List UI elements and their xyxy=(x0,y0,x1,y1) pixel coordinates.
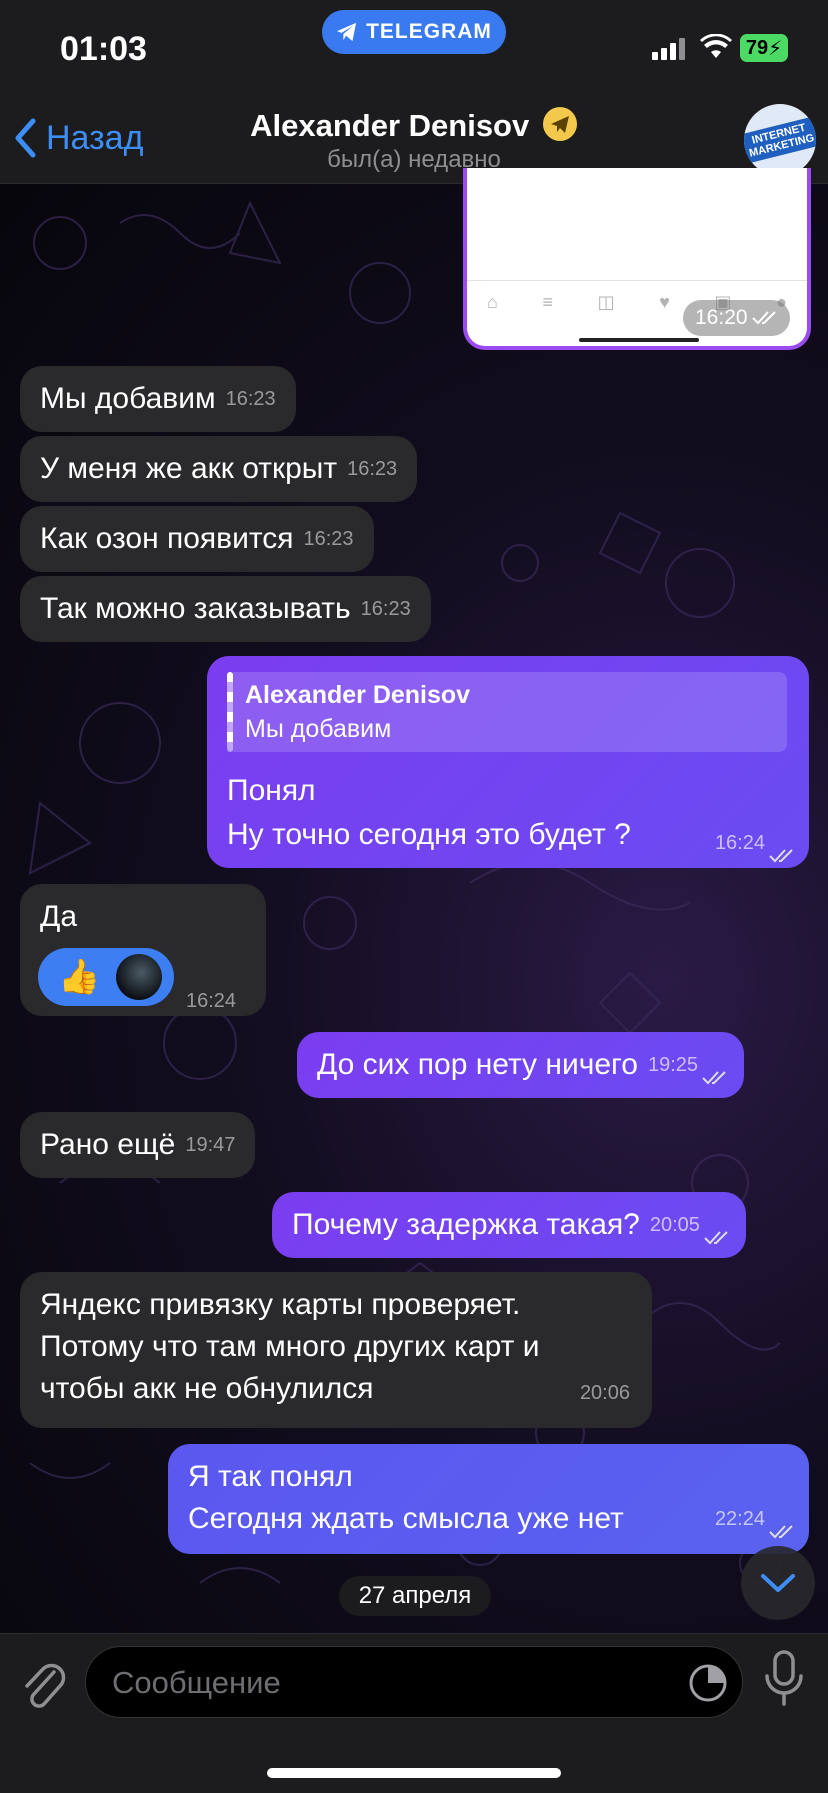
message-text: Мы добавим xyxy=(40,382,216,415)
paper-plane-icon xyxy=(337,22,357,42)
message-out[interactable]: Почему задержка такая? 20:05 xyxy=(272,1192,746,1258)
reply-bar xyxy=(227,672,233,752)
reply-author: Alexander Denisov xyxy=(245,681,471,709)
reactor-avatar xyxy=(116,954,162,1000)
message-text: Так можно заказывать xyxy=(40,592,351,625)
premium-badge-icon xyxy=(542,106,578,150)
message-text: Как озон появится xyxy=(40,522,294,555)
image-divider xyxy=(467,280,807,281)
double-check-icon xyxy=(704,1231,728,1245)
message-text: У меня же акк открыт xyxy=(40,452,338,485)
wifi-icon xyxy=(700,34,732,58)
contact-avatar[interactable]: INTERNET MARKETING xyxy=(744,104,816,176)
message-time: 16:23 xyxy=(303,528,354,550)
avatar-text: INTERNET MARKETING xyxy=(744,116,816,164)
message-text: Почему задержка такая? xyxy=(292,1208,640,1241)
message-text: Понял xyxy=(227,774,316,807)
status-time: 01:03 xyxy=(60,30,147,68)
message-in[interactable]: У меня же акк открыт 16:23 xyxy=(20,436,418,502)
message-time: 20:06 xyxy=(579,1382,630,1404)
message-text: Да xyxy=(40,900,78,933)
double-check-icon xyxy=(769,1525,793,1539)
signal-icon xyxy=(652,38,685,60)
message-in[interactable]: Как озон появится 16:23 xyxy=(20,506,374,572)
message-text: До сих пор нету ничего xyxy=(317,1048,638,1081)
double-check-icon xyxy=(751,311,776,325)
image-home-bar xyxy=(579,338,699,342)
message-time: 16:23 xyxy=(360,598,411,620)
message-text: Яндекс привязку карты проверяет. xyxy=(40,1288,521,1321)
home-icon: ⌂ xyxy=(487,292,498,312)
date-separator: 27 апреля xyxy=(339,1576,491,1616)
message-text: Я так понял xyxy=(188,1460,353,1493)
message-in[interactable]: Рано ещё 19:47 xyxy=(20,1112,256,1178)
message-text: Сегодня ждать смысла уже нет xyxy=(188,1502,624,1535)
message-text: Потому что там много других карт и xyxy=(40,1330,540,1363)
message-out[interactable]: До сих пор нету ничего 19:25 xyxy=(297,1032,745,1098)
message-time: 16:23 xyxy=(225,388,276,410)
microphone-icon[interactable] xyxy=(762,1650,806,1708)
message-time: 16:20 xyxy=(683,300,790,336)
home-indicator xyxy=(267,1768,561,1778)
reaction-chip[interactable]: 👍 xyxy=(38,948,174,1006)
message-text: Рано ещё xyxy=(40,1128,176,1161)
sticker-icon[interactable] xyxy=(688,1663,728,1703)
message-input[interactable] xyxy=(110,1647,674,1719)
double-check-icon xyxy=(769,849,793,863)
message-time: 16:23 xyxy=(347,458,398,480)
message-time: 20:05 xyxy=(649,1214,700,1236)
telegram-pill-label: TELEGRAM xyxy=(366,20,492,43)
reply-text: Мы добавим xyxy=(245,715,392,743)
message-out[interactable]: Я так понял Сегодня ждать смысла уже нет… xyxy=(168,1444,809,1554)
battery-indicator: 79 ⚡ xyxy=(740,34,788,62)
double-check-icon xyxy=(702,1071,726,1085)
message-out[interactable]: Alexander Denisov Мы добавим Понял Ну то… xyxy=(207,656,809,868)
menu-icon: ≡ xyxy=(542,292,553,312)
chevron-down-icon xyxy=(761,1574,795,1592)
message-time: 19:47 xyxy=(185,1134,236,1156)
compare-icon: ◫ xyxy=(597,292,615,312)
image-message[interactable]: ⌂≡ ◫♥ ▣● 16:20 xyxy=(463,168,811,350)
message-text: чтобы акк не обнулился xyxy=(40,1372,374,1405)
status-bar: 01:03 TELEGRAM 79 ⚡ xyxy=(0,0,828,100)
telegram-pill[interactable]: TELEGRAM xyxy=(322,10,506,54)
thumbs-up-icon: 👍 xyxy=(58,958,101,996)
message-field[interactable] xyxy=(85,1646,743,1719)
message-in[interactable]: Мы добавим 16:23 xyxy=(20,366,296,432)
message-in[interactable]: Да 👍 16:24 xyxy=(20,884,266,1016)
contact-name-text: Alexander Denisov xyxy=(250,108,530,144)
message-time: 16:24 xyxy=(186,990,237,1012)
message-in[interactable]: Яндекс привязку карты проверяет. Потому … xyxy=(20,1272,652,1428)
message-time: 22:24 xyxy=(714,1508,765,1530)
image-time-text: 16:20 xyxy=(695,306,748,329)
message-time: 16:24 xyxy=(714,832,765,854)
message-in[interactable]: Так можно заказывать 16:23 xyxy=(20,576,431,642)
heart-icon: ♥ xyxy=(659,292,670,312)
message-time: 19:25 xyxy=(648,1054,699,1076)
composer xyxy=(0,1633,828,1793)
battery-level: 79 xyxy=(745,36,769,59)
attach-icon[interactable] xyxy=(20,1654,66,1710)
message-text: Ну точно сегодня это будет ? xyxy=(227,818,631,851)
contact-name[interactable]: Alexander Denisov xyxy=(0,106,828,150)
reply-preview[interactable]: Alexander Denisov Мы добавим xyxy=(227,672,787,752)
scroll-down-button[interactable] xyxy=(741,1546,815,1620)
